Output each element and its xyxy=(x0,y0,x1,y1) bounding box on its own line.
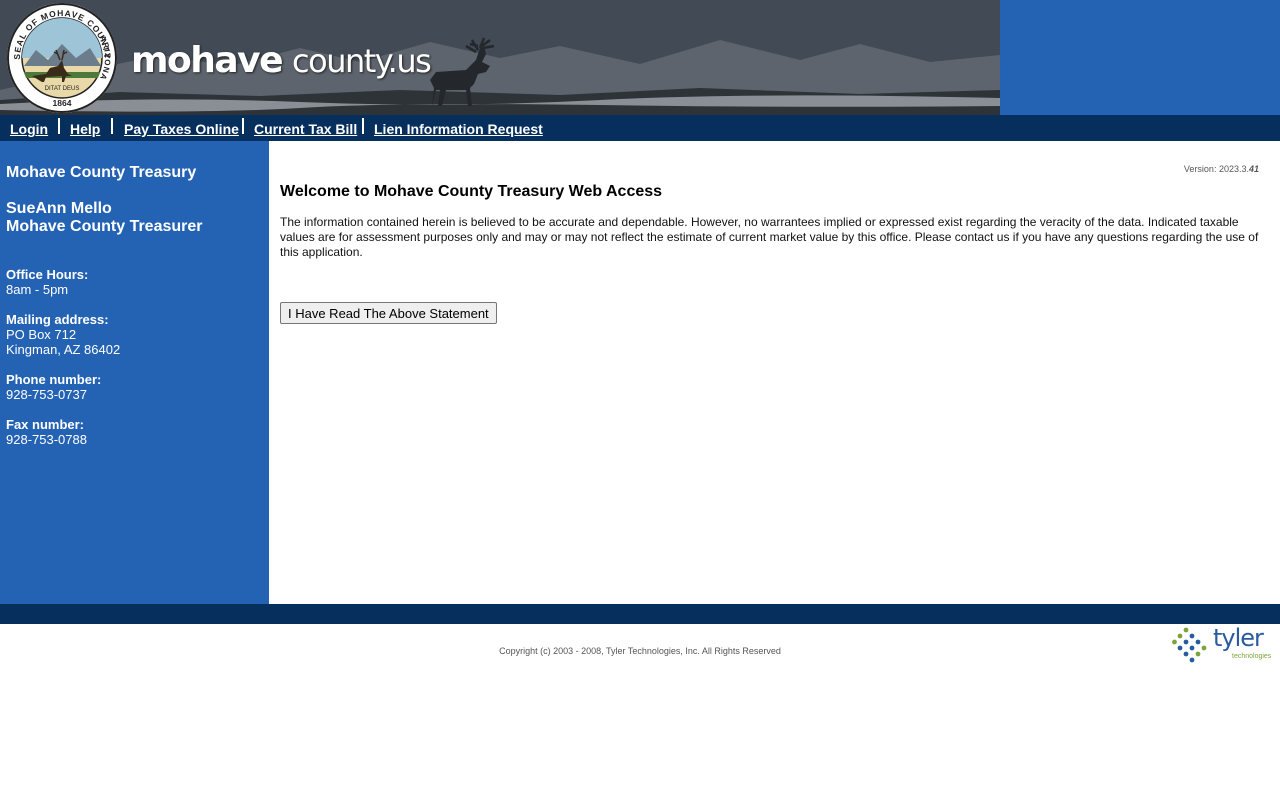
version-label: Version: 2023.3.41 xyxy=(1184,164,1259,174)
tyler-technologies-logo: tyler technologies xyxy=(1172,624,1278,664)
top-nav: Login Help Pay Taxes Online Current Tax … xyxy=(0,115,1280,141)
phone-value: 928-753-0737 xyxy=(6,387,87,402)
nav-separator xyxy=(242,118,244,134)
fax-label: Fax number: xyxy=(6,417,85,432)
main-content: Version: 2023.3.41 Welcome to Mohave Cou… xyxy=(269,141,1280,604)
nav-pay-taxes-online-link[interactable]: Pay Taxes Online xyxy=(124,121,239,137)
version-build: 41 xyxy=(1248,164,1259,174)
tyler-subtext: technologies xyxy=(1232,653,1272,660)
seal-year: 1864 xyxy=(53,98,72,108)
header-banner: DITAT DEUS SEAL OF MOHAVE COUNTY ARIZONA… xyxy=(0,0,1280,115)
fax-value: 928-753-0788 xyxy=(6,432,87,447)
treasurer-title: Mohave County Treasurer xyxy=(6,218,203,235)
nav-help-link[interactable]: Help xyxy=(70,121,100,137)
nav-login-link[interactable]: Login xyxy=(10,121,48,137)
phone-label: Phone number: xyxy=(6,372,102,387)
banner-image: DITAT DEUS SEAL OF MOHAVE COUNTY ARIZONA… xyxy=(0,0,1000,115)
tyler-wordmark: tyler xyxy=(1213,624,1264,652)
disclaimer-text: The information contained herein is beli… xyxy=(280,215,1259,259)
nav-lien-information-request-link[interactable]: Lien Information Request xyxy=(374,121,543,137)
mailing-address-line2: Kingman, AZ 86402 xyxy=(6,342,121,357)
nav-separator xyxy=(58,118,60,134)
sidebar: Mohave County Treasury SueAnn Mello Moha… xyxy=(0,141,269,604)
sidebar-title: Mohave County Treasury xyxy=(6,164,197,181)
office-hours-label: Office Hours: xyxy=(6,267,89,282)
nav-separator xyxy=(111,118,113,134)
site-name: mohave county.us xyxy=(131,40,432,81)
mailing-address-line1: PO Box 712 xyxy=(6,327,77,342)
nav-current-tax-bill-link[interactable]: Current Tax Bill xyxy=(254,121,357,137)
footer-bar xyxy=(0,604,1280,624)
read-statement-button[interactable]: I Have Read The Above Statement xyxy=(280,302,497,324)
mailing-address-label: Mailing address: xyxy=(6,312,109,327)
tyler-dots-icon xyxy=(1172,627,1207,663)
office-hours-value: 8am - 5pm xyxy=(6,282,69,297)
version-prefix: Version: 2023.3. xyxy=(1183,164,1249,174)
county-seal-icon: DITAT DEUS SEAL OF MOHAVE COUNTY ARIZONA… xyxy=(7,3,117,113)
treasurer-name: SueAnn Mello xyxy=(6,200,112,217)
copyright-text: Copyright (c) 2003 - 2008, Tyler Technol… xyxy=(499,646,781,656)
seal-motto: DITAT DEUS xyxy=(45,86,80,92)
site-name-regular: county.us xyxy=(292,42,432,80)
welcome-title: Welcome to Mohave County Treasury Web Ac… xyxy=(280,183,663,200)
site-name-bold: mohave xyxy=(131,40,284,81)
nav-separator xyxy=(362,118,364,134)
elk-silhouette-icon xyxy=(430,37,495,106)
